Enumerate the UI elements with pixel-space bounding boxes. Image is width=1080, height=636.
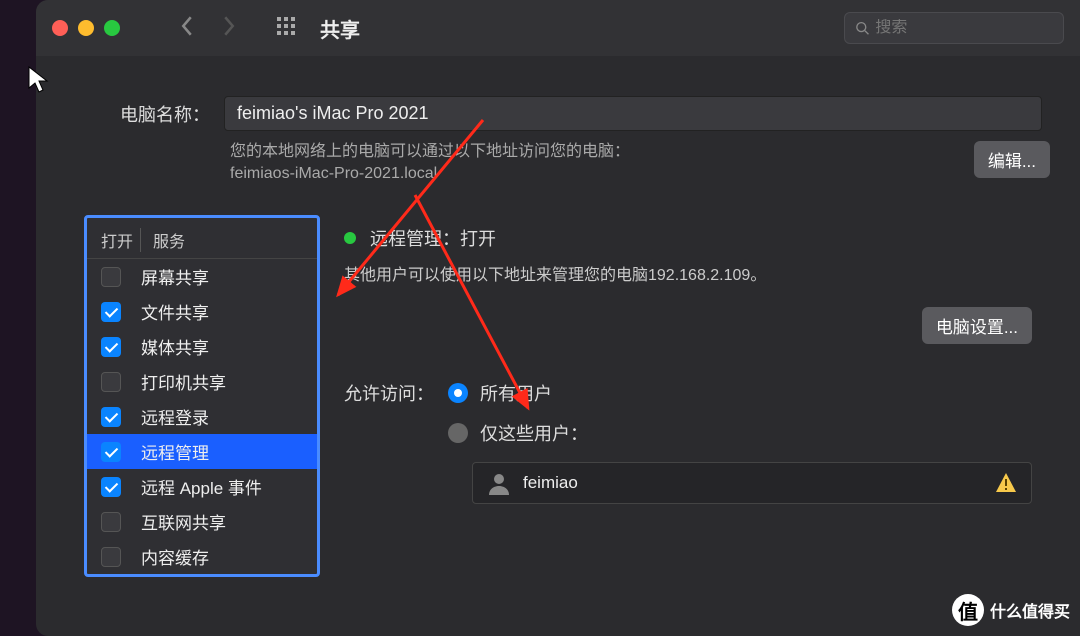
service-checkbox[interactable] [101,407,121,427]
service-label: 远程管理 [141,439,209,464]
service-label: 互联网共享 [141,509,226,534]
service-label: 屏幕共享 [141,264,209,289]
detail-desc: 其他用户可以使用以下地址来管理您的电脑192.168.2.109。 [344,265,1032,287]
service-label: 媒体共享 [141,334,209,359]
status-text: 远程管理：打开 [370,225,496,251]
service-row-0[interactable]: 屏幕共享 [87,259,317,294]
forward-button[interactable] [222,16,236,41]
radio-off-icon [448,423,468,443]
service-row-3[interactable]: 打印机共享 [87,364,317,399]
user-row[interactable]: feimiao [473,463,1031,503]
service-row-2[interactable]: 媒体共享 [87,329,317,364]
service-checkbox[interactable] [101,477,121,497]
service-label: 打印机共享 [141,369,226,394]
radio-all-users[interactable]: 所有用户 [448,380,588,406]
cursor-icon [28,66,50,94]
services-header: 打开 服务 [87,218,317,259]
access-label: 允许访问： [344,380,434,406]
window-controls [52,20,120,36]
search-input[interactable] [875,19,1053,37]
services-list: 打开 服务 屏幕共享文件共享媒体共享打印机共享远程登录远程管理远程 Apple … [84,215,320,577]
maximize-button[interactable] [104,20,120,36]
radio-only-users[interactable]: 仅这些用户： [448,420,588,446]
back-button[interactable] [180,16,194,41]
computer-name-desc: 您的本地网络上的电脑可以通过以下地址访问您的电脑： feimiaos-iMac-… [230,141,974,185]
watermark: 值 什么值得买 [952,594,1070,626]
header-service: 服务 [141,228,185,252]
search-box[interactable] [844,12,1064,44]
service-label: 远程登录 [141,404,209,429]
service-row-8[interactable]: 内容缓存 [87,539,317,574]
service-row-4[interactable]: 远程登录 [87,399,317,434]
service-checkbox[interactable] [101,442,121,462]
service-detail: 远程管理：打开 其他用户可以使用以下地址来管理您的电脑192.168.2.109… [344,215,1032,577]
close-button[interactable] [52,20,68,36]
service-checkbox[interactable] [101,372,121,392]
computer-name-field[interactable]: feimiao's iMac Pro 2021 [224,96,1042,131]
user-list: feimiao [472,462,1032,504]
minimize-button[interactable] [78,20,94,36]
service-row-5[interactable]: 远程管理 [87,434,317,469]
service-row-1[interactable]: 文件共享 [87,294,317,329]
service-row-7[interactable]: 互联网共享 [87,504,317,539]
watermark-text: 什么值得买 [990,598,1070,622]
user-icon [487,471,511,495]
service-checkbox[interactable] [101,512,121,532]
service-row-6[interactable]: 远程 Apple 事件 [87,469,317,504]
radio-on-icon [448,383,468,403]
service-checkbox[interactable] [101,302,121,322]
warning-icon [995,472,1017,494]
service-label: 内容缓存 [141,544,209,569]
show-all-icon[interactable] [276,16,296,41]
header-on: 打开 [101,228,141,252]
edit-button[interactable]: 编辑... [974,141,1050,178]
computer-name-label: 电脑名称： [120,101,210,127]
service-checkbox[interactable] [101,267,121,287]
service-checkbox[interactable] [101,547,121,567]
service-label: 文件共享 [141,299,209,324]
user-name: feimiao [523,473,578,493]
service-label: 远程 Apple 事件 [141,474,262,499]
toolbar: 共享 [36,0,1080,56]
watermark-icon: 值 [952,594,984,626]
computer-settings-button[interactable]: 电脑设置... [922,307,1032,344]
sharing-pref-window: 共享 电脑名称： feimiao's iMac Pro 2021 您的本地网络上… [36,0,1080,636]
search-icon [855,20,869,36]
status-dot-icon [344,232,356,244]
window-title: 共享 [320,14,360,43]
service-checkbox[interactable] [101,337,121,357]
